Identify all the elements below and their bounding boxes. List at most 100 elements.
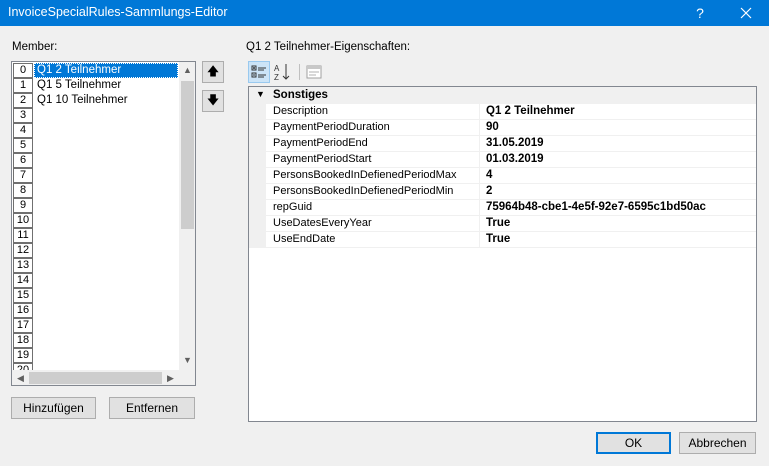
list-item-index: 12 xyxy=(13,243,33,258)
close-icon xyxy=(740,7,752,19)
property-name: UseEndDate xyxy=(273,233,336,245)
scroll-down-arrow-icon[interactable]: ▼ xyxy=(179,352,195,369)
list-item[interactable]: 19 xyxy=(12,348,180,363)
property-divider xyxy=(479,152,480,168)
alpha-z-label: Z xyxy=(274,73,279,82)
property-value[interactable]: 2 xyxy=(486,185,492,197)
list-item[interactable]: 2 Q1 10 Teilnehmer xyxy=(12,93,180,108)
list-item[interactable]: 16 xyxy=(12,303,180,318)
list-item-index: 4 xyxy=(13,123,33,138)
property-row[interactable]: PaymentPeriodStart 01.03.2019 xyxy=(249,152,756,168)
property-row[interactable]: repGuid 75964b48-cbe1-4e5f-92e7-6595c1bd5… xyxy=(249,200,756,216)
vertical-scroll-thumb[interactable] xyxy=(181,81,194,229)
horizontal-scrollbar[interactable]: ◀ ▶ xyxy=(12,370,179,385)
property-row[interactable]: PersonsBookedInDefienedPeriodMax 4 xyxy=(249,168,756,184)
remove-button[interactable]: Entfernen xyxy=(109,397,195,419)
member-label: Member: xyxy=(12,41,58,53)
list-item[interactable]: 1 Q1 5 Teilnehmer xyxy=(12,78,180,93)
property-name: PersonsBookedInDefienedPeriodMin xyxy=(273,185,454,197)
list-item-label xyxy=(34,333,178,348)
property-row[interactable]: UseDatesEveryYear True xyxy=(249,216,756,232)
property-gutter xyxy=(249,232,266,248)
property-divider xyxy=(479,216,480,232)
list-item-index: 6 xyxy=(13,153,33,168)
list-item[interactable]: 12 xyxy=(12,243,180,258)
property-row[interactable]: PaymentPeriodDuration 90 xyxy=(249,120,756,136)
property-gutter xyxy=(249,200,266,216)
list-item-index: 16 xyxy=(13,303,33,318)
property-grid[interactable]: ▼ Sonstiges Description Q1 2 Teilnehmer Pa… xyxy=(248,86,757,422)
list-item-label xyxy=(34,303,178,318)
scroll-up-arrow-icon[interactable]: ▲ xyxy=(179,62,195,79)
list-item[interactable]: 14 xyxy=(12,273,180,288)
property-gutter xyxy=(249,216,266,232)
collapse-toggle-icon[interactable]: ▼ xyxy=(256,89,265,99)
property-value[interactable]: 01.03.2019 xyxy=(486,153,544,165)
list-item[interactable]: 18 xyxy=(12,333,180,348)
member-list[interactable]: 0 Q1 2 Teilnehmer 1 Q1 5 Teilnehmer 2 Q1 10 T… xyxy=(11,61,196,386)
property-row[interactable]: PaymentPeriodEnd 31.05.2019 xyxy=(249,136,756,152)
property-divider xyxy=(479,104,480,120)
category-header[interactable]: ▼ Sonstiges xyxy=(249,87,756,104)
add-button[interactable]: Hinzufügen xyxy=(11,397,96,419)
list-item[interactable]: 13 xyxy=(12,258,180,273)
move-down-button[interactable]: 🡇 xyxy=(202,90,224,112)
cancel-button[interactable]: Abbrechen xyxy=(679,432,756,454)
list-item-label xyxy=(34,183,178,198)
list-item-label xyxy=(34,288,178,303)
property-value[interactable]: Q1 2 Teilnehmer xyxy=(486,105,575,117)
list-item[interactable]: 11 xyxy=(12,228,180,243)
property-name: PaymentPeriodEnd xyxy=(273,137,368,149)
property-divider xyxy=(479,168,480,184)
list-item[interactable]: 7 xyxy=(12,168,180,183)
property-value[interactable]: True xyxy=(486,233,510,245)
list-item[interactable]: 10 xyxy=(12,213,180,228)
close-button[interactable] xyxy=(732,2,760,24)
list-item-label xyxy=(34,228,178,243)
list-item-index: 17 xyxy=(13,318,33,333)
property-row[interactable]: Description Q1 2 Teilnehmer xyxy=(249,104,756,120)
property-gutter xyxy=(249,136,266,152)
ok-button[interactable]: OK xyxy=(596,432,671,454)
list-item[interactable]: 3 xyxy=(12,108,180,123)
property-name: PaymentPeriodStart xyxy=(273,153,372,165)
list-item[interactable]: 8 xyxy=(12,183,180,198)
property-pages-icon xyxy=(306,65,322,79)
property-gutter xyxy=(249,120,266,136)
list-item-index: 3 xyxy=(13,108,33,123)
property-value[interactable]: 90 xyxy=(486,121,499,133)
list-item[interactable]: 15 xyxy=(12,288,180,303)
list-item[interactable]: 9 xyxy=(12,198,180,213)
vertical-scrollbar[interactable]: ▲ ▼ xyxy=(179,62,195,370)
list-item[interactable]: 17 xyxy=(12,318,180,333)
sort-alphabetical-icon: A Z xyxy=(274,64,290,82)
property-row[interactable]: PersonsBookedInDefienedPeriodMin 2 xyxy=(249,184,756,200)
property-row[interactable]: UseEndDate True xyxy=(249,232,756,248)
move-up-button[interactable]: 🡅 xyxy=(202,61,224,83)
list-item-index: 7 xyxy=(13,168,33,183)
list-item-index: 5 xyxy=(13,138,33,153)
scroll-right-arrow-icon[interactable]: ▶ xyxy=(162,370,179,385)
property-pages-button[interactable] xyxy=(303,61,325,83)
alphabetical-view-button[interactable]: A Z xyxy=(272,61,294,83)
list-item[interactable]: 0 Q1 2 Teilnehmer xyxy=(12,63,180,78)
list-item[interactable]: 5 xyxy=(12,138,180,153)
list-item-label xyxy=(34,348,178,363)
categorized-view-button[interactable] xyxy=(248,61,270,83)
property-value[interactable]: True xyxy=(486,217,510,229)
property-value[interactable]: 75964b48-cbe1-4e5f-92e7-6595c1bd50ac xyxy=(486,201,706,213)
property-value[interactable]: 4 xyxy=(486,169,492,181)
list-item-label xyxy=(34,138,178,153)
horizontal-scroll-thumb[interactable] xyxy=(29,372,162,384)
list-item[interactable]: 6 xyxy=(12,153,180,168)
list-item-index: 11 xyxy=(13,228,33,243)
list-item-index: 18 xyxy=(13,333,33,348)
help-button[interactable]: ? xyxy=(688,2,712,24)
property-divider xyxy=(479,200,480,216)
property-value[interactable]: 31.05.2019 xyxy=(486,137,544,149)
list-item[interactable]: 4 xyxy=(12,123,180,138)
list-item-index: 19 xyxy=(13,348,33,363)
property-divider xyxy=(479,184,480,200)
list-item-label xyxy=(34,243,178,258)
scroll-left-arrow-icon[interactable]: ◀ xyxy=(12,370,29,385)
